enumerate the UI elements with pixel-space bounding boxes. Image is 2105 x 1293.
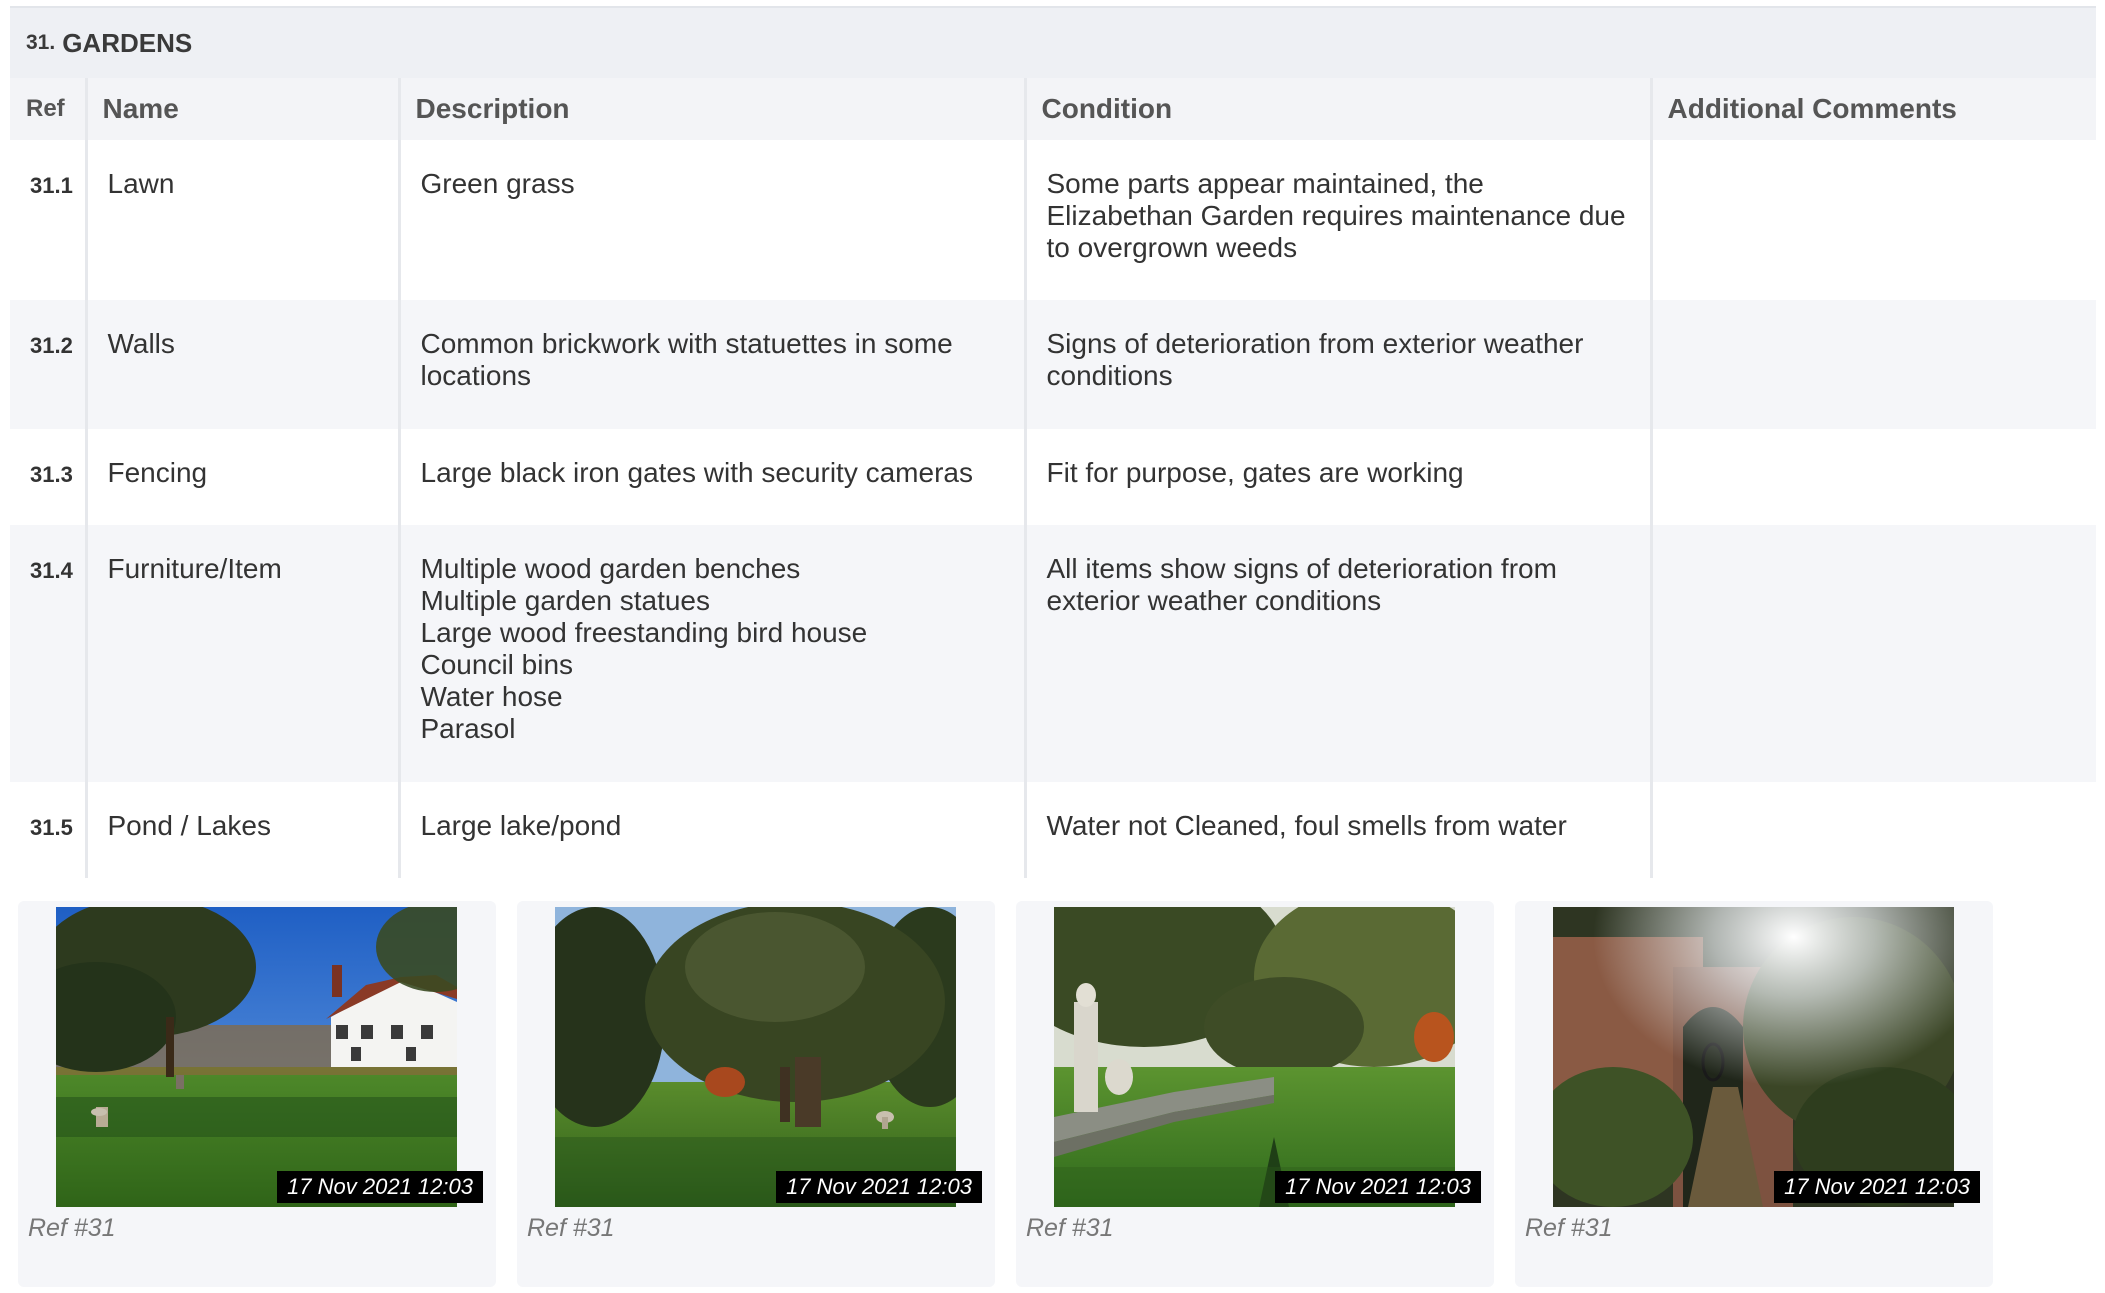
photo-gallery: 17 Nov 2021 12:03 Ref #31 17 Nov 2021 12… <box>8 901 2088 1289</box>
photo-card[interactable]: 17 Nov 2021 12:03 Ref #31 <box>1016 901 1494 1287</box>
garden-photo[interactable] <box>1054 907 1455 1207</box>
header-condition: Condition <box>1023 78 1651 140</box>
table-header-row: Ref Name Description Condition Additiona… <box>10 78 2096 140</box>
condition-line: Fit for purpose, gates are working <box>1046 457 1464 488</box>
header-description: Description <box>397 78 1025 140</box>
photo-ref: Ref #31 <box>1525 1214 1613 1242</box>
table-row: 31.4 Furniture/Item Multiple wood garden… <box>10 525 2096 782</box>
section-title: GARDENS <box>62 27 193 58</box>
condition-line: Elizabethan Garden requires maintenance … <box>1046 200 1626 231</box>
description-line: Parasol <box>420 713 516 744</box>
condition-line: Some parts appear maintained, the <box>1046 168 1484 199</box>
condition-line: conditions <box>1046 360 1173 391</box>
photo-ref: Ref #31 <box>1026 1214 1114 1242</box>
photo-timestamp: 17 Nov 2021 12:03 <box>1774 1171 1980 1203</box>
cell-description: Large lake/pond <box>397 782 1025 878</box>
header-ref: Ref <box>10 78 86 140</box>
description-line: Large wood freestanding bird house <box>420 617 868 648</box>
cell-additional-comments <box>1649 300 2096 429</box>
cell-ref: 31.5 <box>10 782 86 878</box>
cell-description: Multiple wood garden benches Multiple ga… <box>397 525 1025 782</box>
photo-card[interactable]: 17 Nov 2021 12:03 Ref #31 <box>18 901 496 1287</box>
photo-ref: Ref #31 <box>28 1214 116 1242</box>
garden-photo[interactable] <box>56 907 457 1207</box>
photo-timestamp: 17 Nov 2021 12:03 <box>1275 1171 1481 1203</box>
condition-line: Water not Cleaned, foul smells from wate… <box>1046 810 1567 841</box>
table-row: 31.1 Lawn Green grass Some parts appear … <box>10 140 2096 300</box>
photo-card[interactable]: 17 Nov 2021 12:03 Ref #31 <box>517 901 995 1287</box>
description-line: Common brickwork with statuettes in some <box>420 328 953 359</box>
cell-description: Green grass <box>397 140 1025 300</box>
cell-description: Common brickwork with statuettes in some… <box>397 300 1025 429</box>
gardens-section: 31. GARDENS Ref Name Description Conditi… <box>10 6 2096 878</box>
section-number: 31. <box>26 31 56 54</box>
header-name: Name <box>84 78 399 140</box>
description-line: locations <box>420 360 532 391</box>
cell-description: Large black iron gates with security cam… <box>397 429 1025 525</box>
cell-condition: Water not Cleaned, foul smells from wate… <box>1023 782 1651 878</box>
photo-timestamp: 17 Nov 2021 12:03 <box>776 1171 982 1203</box>
cell-additional-comments <box>1649 140 2096 300</box>
description-line: Multiple garden statues <box>420 585 711 616</box>
garden-photo[interactable] <box>1553 907 1954 1207</box>
condition-line: Signs of deterioration from exterior wea… <box>1046 328 1584 359</box>
cell-ref: 31.3 <box>10 429 86 525</box>
condition-line: All items show signs of deterioration fr… <box>1046 553 1557 584</box>
cell-additional-comments <box>1649 782 2096 878</box>
description-line: Water hose <box>420 681 563 712</box>
cell-condition: Fit for purpose, gates are working <box>1023 429 1651 525</box>
cell-condition: Signs of deterioration from exterior wea… <box>1023 300 1651 429</box>
section-header: 31. GARDENS <box>10 6 2096 78</box>
cell-name: Pond / Lakes <box>84 782 399 878</box>
table-row: 31.3 Fencing Large black iron gates with… <box>10 429 2096 525</box>
table-row: 31.5 Pond / Lakes Large lake/pond Water … <box>10 782 2096 878</box>
cell-condition: Some parts appear maintained, the Elizab… <box>1023 140 1651 300</box>
cell-name: Furniture/Item <box>84 525 399 782</box>
cell-ref: 31.1 <box>10 140 86 300</box>
description-line: Large black iron gates with security cam… <box>420 457 973 488</box>
description-line: Multiple wood garden benches <box>420 553 801 584</box>
description-line: Large lake/pond <box>420 810 622 841</box>
cell-ref: 31.4 <box>10 525 86 782</box>
header-additional-comments: Additional Comments <box>1649 78 2096 140</box>
cell-ref: 31.2 <box>10 300 86 429</box>
description-line: Council bins <box>420 649 574 680</box>
cell-additional-comments <box>1649 525 2096 782</box>
cell-name: Fencing <box>84 429 399 525</box>
cell-name: Walls <box>84 300 399 429</box>
gardens-table: Ref Name Description Condition Additiona… <box>10 78 2096 878</box>
photo-ref: Ref #31 <box>527 1214 615 1242</box>
photo-timestamp: 17 Nov 2021 12:03 <box>277 1171 483 1203</box>
cell-name: Lawn <box>84 140 399 300</box>
condition-line: exterior weather conditions <box>1046 585 1382 616</box>
cell-condition: All items show signs of deterioration fr… <box>1023 525 1651 782</box>
condition-line: to overgrown weeds <box>1046 232 1298 263</box>
description-line: Green grass <box>420 168 575 199</box>
table-row: 31.2 Walls Common brickwork with statuet… <box>10 300 2096 429</box>
cell-additional-comments <box>1649 429 2096 525</box>
garden-photo[interactable] <box>555 907 956 1207</box>
photo-card[interactable]: 17 Nov 2021 12:03 Ref #31 <box>1515 901 1993 1287</box>
